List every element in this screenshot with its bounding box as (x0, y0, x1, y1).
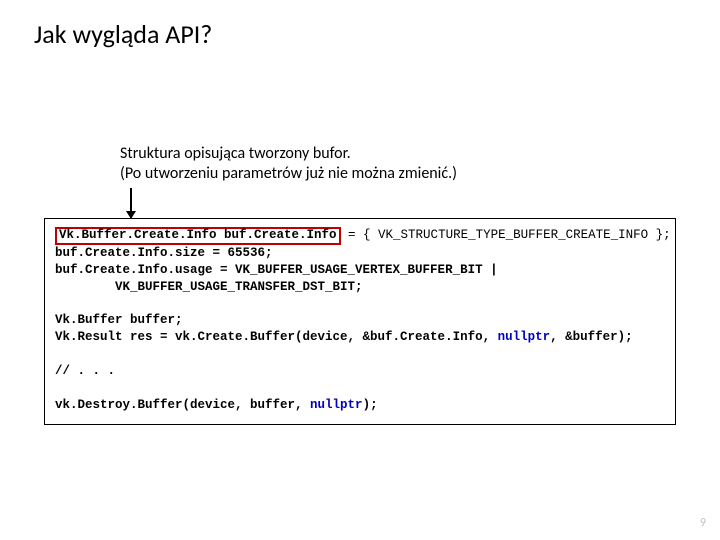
code-nullptr-2: nullptr (310, 398, 363, 412)
code-line-4: VK_BUFFER_USAGE_TRANSFER_DST_BIT; (55, 280, 363, 294)
code-highlight: Vk.Buffer.Create.Info buf.Create.Info (55, 227, 341, 245)
slide-title: Jak wygląda API? (34, 18, 212, 50)
code-line-2: buf.Create.Info.size = 65536; (55, 246, 273, 260)
code-line-11b: ); (363, 398, 378, 412)
code-line-7a: Vk.Result res = vk.Create.Buffer(device,… (55, 330, 498, 344)
page-number: 9 (700, 516, 706, 530)
annotation-line-1: Struktura opisująca tworzony bufor. (120, 144, 457, 164)
code-line-7b: , &buffer); (550, 330, 633, 344)
code-line-3: buf.Create.Info.usage = VK_BUFFER_USAGE_… (55, 263, 498, 277)
code-line-1-rest: = { VK_STRUCTURE_TYPE_BUFFER_CREATE_INFO… (341, 228, 671, 242)
code-block: Vk.Buffer.Create.Info buf.Create.Info = … (44, 218, 676, 425)
code-nullptr-1: nullptr (498, 330, 551, 344)
annotation-text: Struktura opisująca tworzony bufor. (Po … (120, 144, 457, 184)
arrow-down-icon (130, 188, 132, 218)
code-line-6: Vk.Buffer buffer; (55, 313, 183, 327)
slide: Jak wygląda API? Struktura opisująca two… (0, 0, 720, 540)
code-line-11a: vk.Destroy.Buffer(device, buffer, (55, 398, 310, 412)
code-line-9: // . . . (55, 364, 115, 378)
annotation-line-2: (Po utworzeniu parametrów już nie można … (120, 164, 457, 184)
